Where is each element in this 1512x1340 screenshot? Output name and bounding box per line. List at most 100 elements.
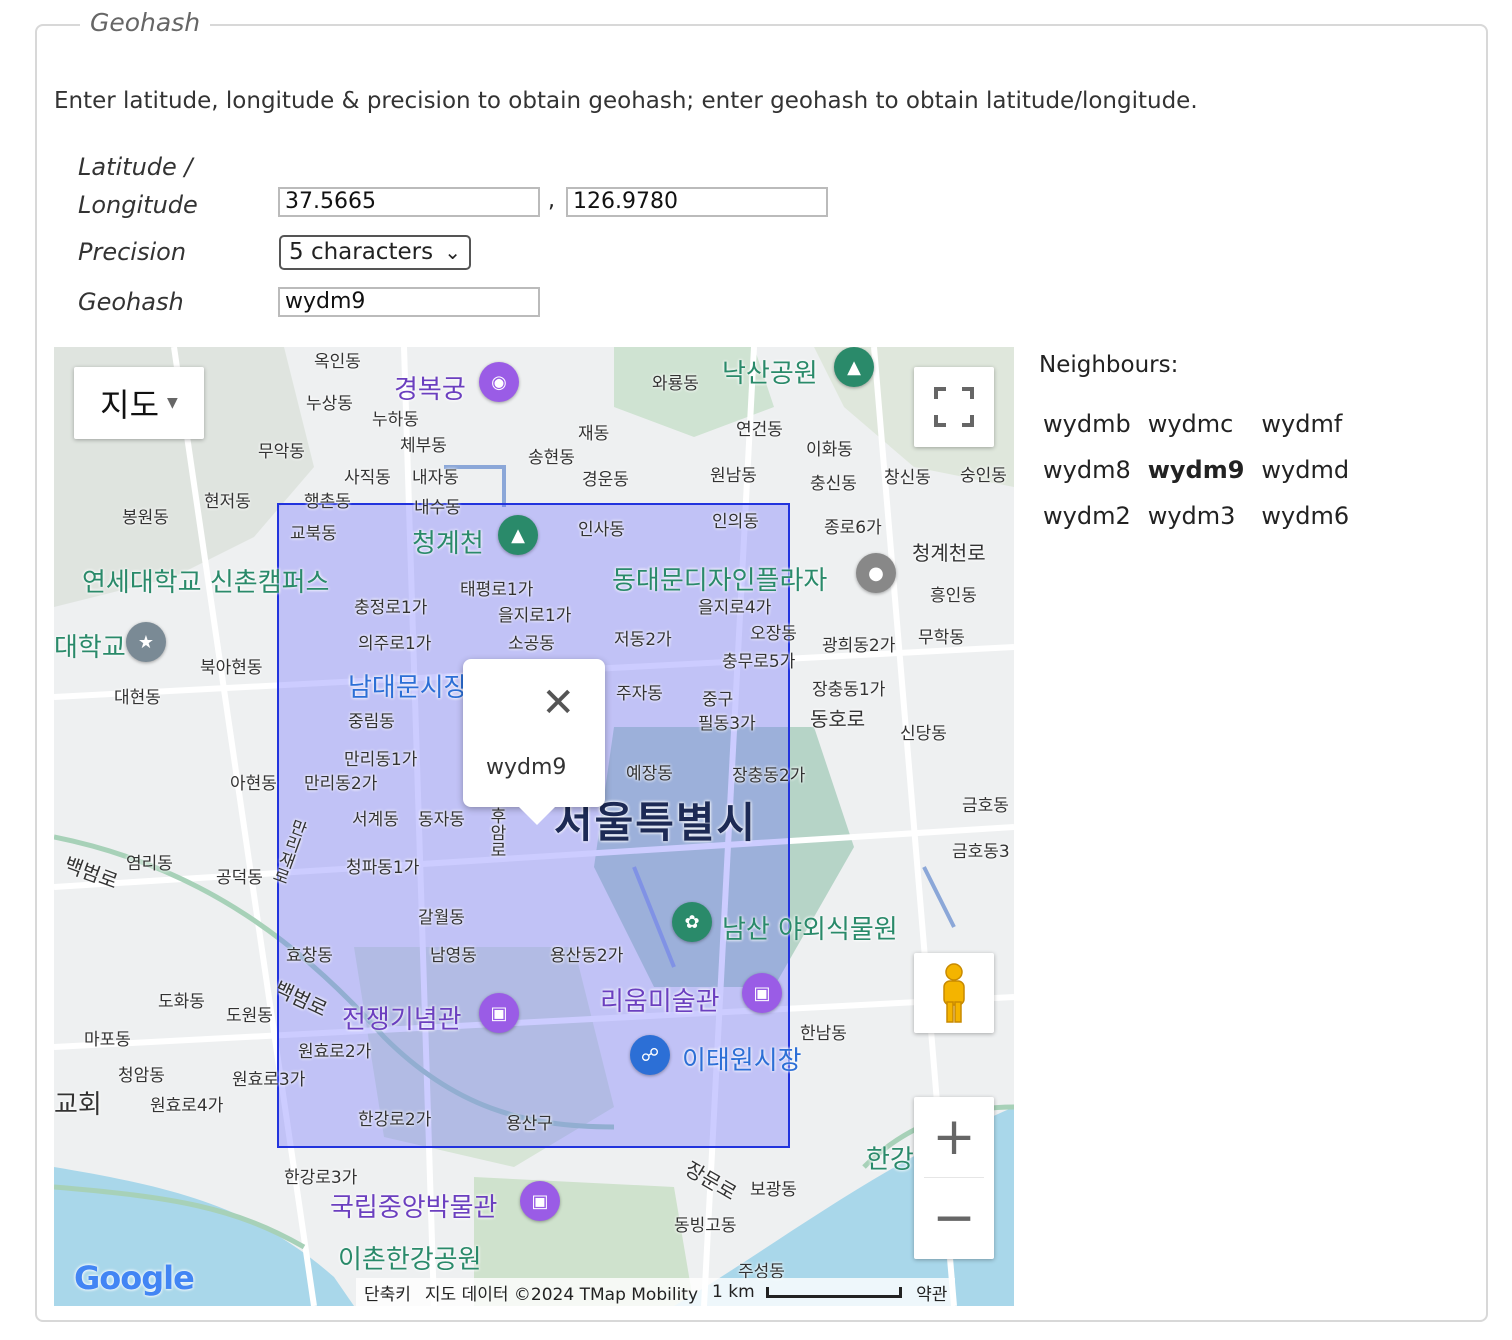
place-namdaemun: 남대문시장 [348, 673, 468, 703]
zoom-in-button[interactable]: + [914, 1097, 994, 1177]
map-type-label: 지도 [100, 386, 160, 424]
place-label: 무학동 [918, 628, 965, 648]
place-label: 종로6가 [824, 518, 882, 538]
precision-select[interactable]: 5 characters ⌄ [279, 235, 471, 270]
place-label: 내자동 [412, 468, 459, 488]
neighbour-cell-current[interactable]: wydm9 [1148, 456, 1245, 484]
place-label: 무악동 [258, 442, 305, 462]
museum-icon[interactable]: ▣ [742, 973, 782, 1013]
place-label: 충신동 [810, 474, 857, 494]
place-label: 동빙고동 [674, 1216, 737, 1236]
camera-icon[interactable]: ◉ [479, 362, 519, 402]
street-view-button[interactable] [914, 953, 994, 1033]
place-label: 현저동 [204, 492, 251, 512]
place-label: 내수동 [414, 498, 461, 518]
place-label: 원남동 [710, 466, 757, 486]
place-label: 청계천로 [912, 541, 986, 565]
place-label: 원효로2가 [298, 1042, 372, 1062]
place-label: 만리동2가 [304, 774, 378, 794]
neighbour-cell[interactable]: wydm6 [1261, 502, 1349, 530]
place-church: 교회 [54, 1090, 102, 1120]
place-label: 용산동2가 [550, 946, 624, 966]
geohash-input[interactable]: wydm9 [278, 287, 540, 317]
place-label: 청암동 [118, 1066, 165, 1086]
place-label: 금호동 [962, 796, 1009, 816]
place-warmemorial: 전쟁기념관 [342, 1005, 462, 1035]
place-label: 창신동 [884, 468, 931, 488]
museum-icon[interactable]: ▣ [479, 993, 519, 1033]
park-icon[interactable]: ▲ [498, 515, 538, 555]
place-label: 한남동 [800, 1024, 847, 1044]
scale-bar [766, 1286, 903, 1298]
neighbour-cell[interactable]: wydm8 [1043, 456, 1131, 484]
map-canvas[interactable]: 경복궁 ◉ 낙산공원 ▲ 청계천 ▲ 동대문디자인플라자 ● 연세대학교 신촌캠… [54, 347, 1014, 1306]
place-label: 봉원동 [122, 508, 169, 528]
neighbour-cell[interactable]: wydmf [1261, 410, 1349, 438]
place-label: 중림동 [348, 712, 395, 732]
place-label: 누하동 [372, 410, 419, 430]
keyboard-shortcuts-link[interactable]: 단축키 [364, 1280, 411, 1305]
place-label: 의주로1가 [358, 634, 432, 654]
place-label: 동호로 [810, 707, 866, 731]
place-leeum: 리움미술관 [600, 987, 720, 1017]
place-yonsei: 연세대학교 신촌캠퍼스 [82, 568, 330, 598]
place-label: 광희동2가 [822, 636, 896, 656]
place-ichon: 이촌한강공원 [338, 1245, 482, 1275]
place-label: 북아현동 [200, 658, 263, 678]
garden-icon[interactable]: ✿ [672, 902, 712, 942]
park-icon[interactable]: ▲ [834, 347, 874, 387]
place-label: 원효로4가 [150, 1096, 224, 1116]
place-label: 예장동 [626, 764, 673, 784]
map-attribution: 단축키 지도 데이터 ©2024 TMap Mobility 1 km 약관 [356, 1278, 956, 1306]
place-label: 와룡동 [652, 374, 699, 394]
place-label: 대현동 [114, 688, 161, 708]
place-label: 체부동 [400, 436, 447, 456]
place-label: 경운동 [582, 470, 629, 490]
terms-link[interactable]: 약관 [916, 1280, 947, 1305]
precision-label: Precision [78, 238, 187, 266]
place-naksan: 낙산공원 [722, 359, 818, 389]
pegman-icon [943, 963, 965, 1023]
map-type-button[interactable]: 지도 ▼ [74, 367, 204, 439]
place-gyeongbokgung: 경복궁 [394, 375, 466, 405]
place-label: 숭인동 [960, 466, 1007, 486]
place-label: 소공동 [508, 634, 555, 654]
place-label: 인사동 [578, 520, 625, 540]
neighbour-cell[interactable]: wydmb [1043, 410, 1131, 438]
place-label: 옥인동 [314, 352, 361, 372]
place-hangang: 한강 [866, 1145, 914, 1175]
place-label: 재동 [578, 424, 610, 444]
neighbour-cell[interactable]: wydmd [1261, 456, 1349, 484]
place-label: 신당동 [900, 724, 947, 744]
scale-control[interactable]: 1 km [712, 1282, 903, 1302]
place-label: 장충동2가 [732, 766, 806, 786]
neighbour-cell[interactable]: wydm3 [1148, 502, 1245, 530]
landmark-icon[interactable]: ● [856, 553, 896, 593]
fullscreen-icon [934, 387, 974, 427]
zoom-out-button[interactable]: − [914, 1178, 994, 1258]
museum-icon[interactable]: ▣ [520, 1181, 560, 1221]
place-label: 도원동 [226, 1006, 273, 1026]
neighbour-cell[interactable]: wydmc [1148, 410, 1245, 438]
place-univ: 대학교 [54, 633, 126, 663]
latlon-label: Latitude / Longitude [78, 148, 198, 224]
fullscreen-button[interactable] [914, 367, 994, 447]
place-itaewon: 이태원시장 [682, 1046, 802, 1076]
place-label: 원효로3가 [232, 1070, 306, 1090]
google-logo[interactable]: Google [74, 1259, 195, 1297]
map-info-window: ✕ wydm9 [463, 659, 605, 825]
place-label: 금호동3 [952, 842, 1010, 862]
place-label: 중구 [702, 690, 734, 710]
scale-label: 1 km [712, 1282, 755, 1302]
place-label: 염리동 [126, 854, 173, 874]
shopping-cart-icon[interactable]: ☍ [630, 1035, 670, 1075]
close-icon[interactable]: ✕ [541, 683, 575, 723]
place-label: 청파동1가 [346, 858, 420, 878]
neighbour-cell[interactable]: wydm2 [1043, 502, 1131, 530]
place-label: 아현동 [230, 774, 277, 794]
latitude-input[interactable]: 37.5665 [278, 187, 540, 217]
place-label: 동자동 [418, 810, 465, 830]
fieldset-legend: Geohash [80, 8, 211, 37]
school-icon[interactable]: ★ [126, 622, 166, 662]
longitude-input[interactable]: 126.9780 [566, 187, 828, 217]
